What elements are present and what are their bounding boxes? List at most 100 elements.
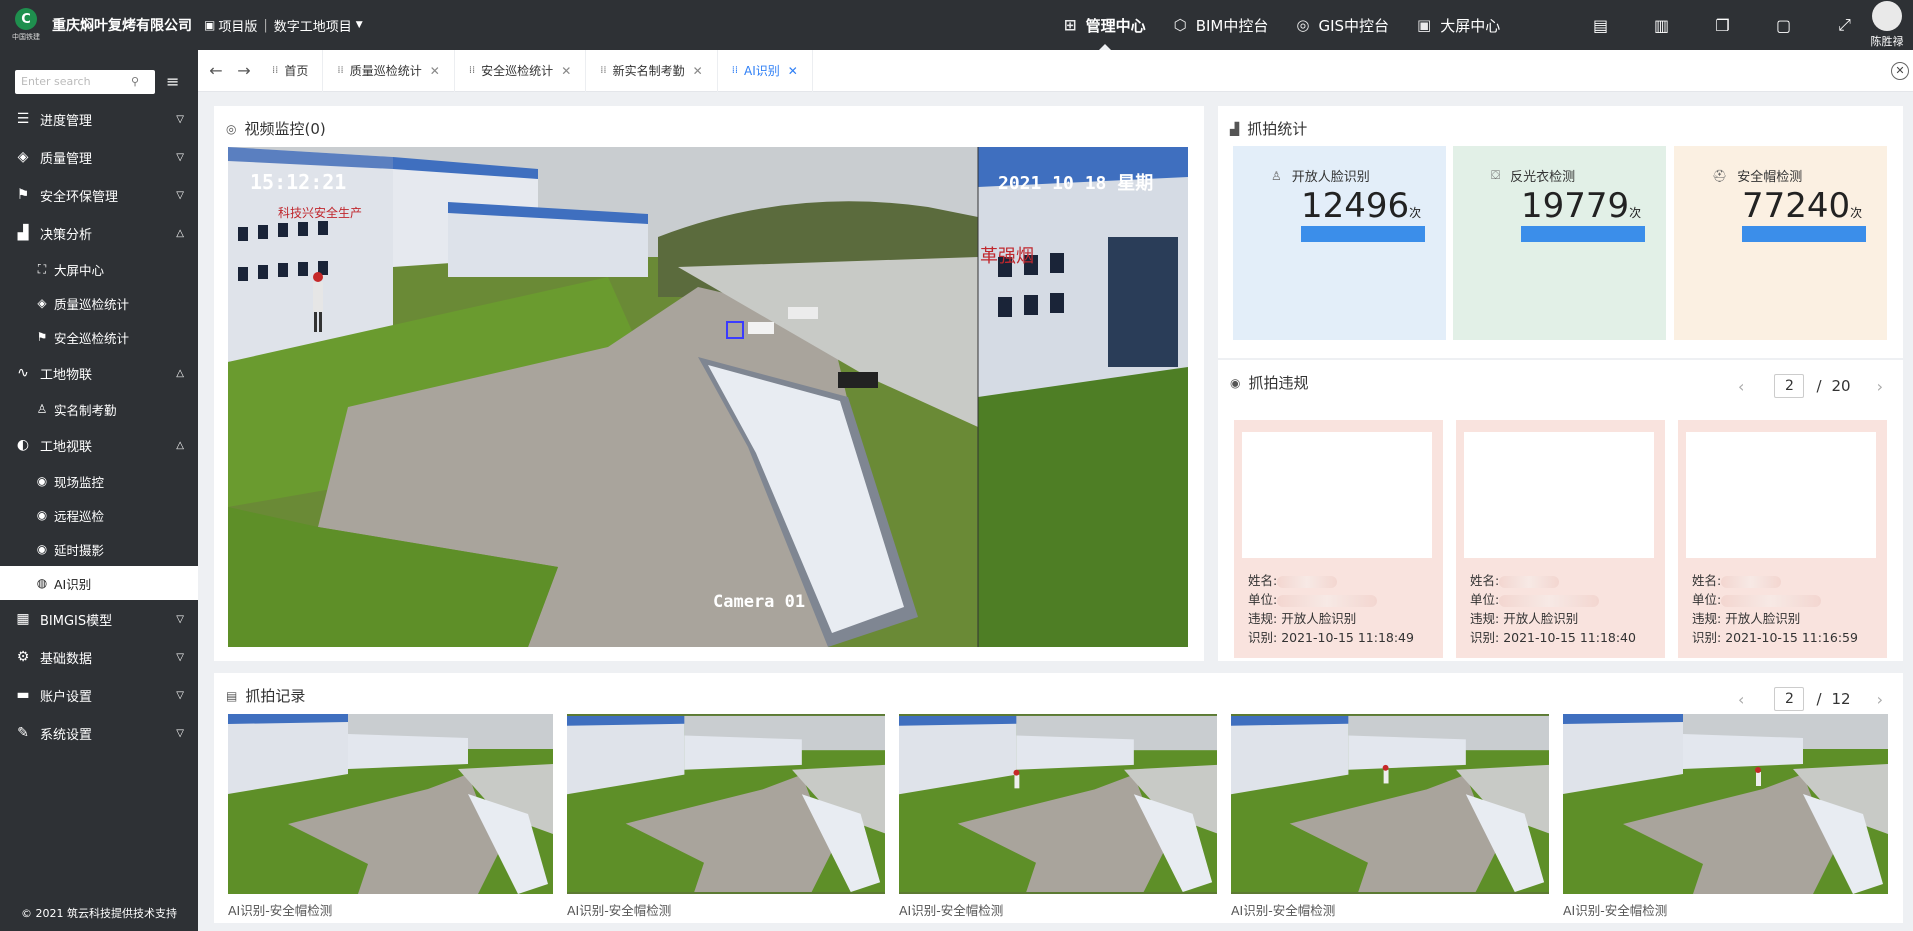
violations-panel: ◉ 抓拍违规 ‹ 2 / 20 › 姓名: 单位: 违规: 开放人脸识别 识别:… — [1218, 360, 1903, 661]
profile-card-icon[interactable]: ▢ — [1753, 16, 1814, 35]
sidebar-item-video-link[interactable]: ◐ 工地视联 △ — [0, 426, 198, 464]
sidebar-item-account[interactable]: ▬ 账户设置 ▽ — [0, 676, 198, 714]
close-icon[interactable]: ✕ — [788, 64, 798, 78]
stat-number: 77240 — [1742, 186, 1851, 226]
back-arrow-icon[interactable]: ← — [202, 61, 230, 80]
stat-label: ♙ 开放人脸识别 — [1271, 166, 1370, 186]
video-feed[interactable]: 科技兴安全生产 革强烟 15:12:21 2021 10 18 星期 Camer… — [228, 147, 1188, 647]
sidebar-item-quality[interactable]: ◈ 质量管理 ▽ — [0, 138, 198, 176]
tab-ai-recognition[interactable]: ⁞⁞ AI识别 ✕ — [718, 49, 813, 92]
prev-page-icon[interactable]: ‹ — [1738, 690, 1744, 709]
field-label: 违规: — [1248, 611, 1278, 626]
record-caption: AI识别-安全帽检测 — [1563, 903, 1668, 918]
violation-type: 开放人脸识别 — [1281, 611, 1357, 626]
record-item[interactable]: AI识别-安全帽检测 — [1231, 714, 1549, 919]
panel-title-text: 抓拍统计 — [1247, 120, 1308, 138]
topnav-label: GIS中控台 — [1318, 16, 1390, 35]
record-item[interactable]: AI识别-安全帽检测 — [1563, 714, 1888, 919]
redacted-value — [1721, 575, 1782, 588]
record-item[interactable]: AI识别-安全帽检测 — [567, 714, 885, 919]
tab-bar: ← → ⁞⁞ 首页 ⁞⁞ 质量巡检统计 ✕ ⁞⁞ 安全巡检统计 ✕ ⁞⁞ 新实名制考勤 ✕ ⁞… — [198, 49, 1913, 92]
stat-card-vest: ⛋ 反光衣检测 19779次 — [1453, 146, 1666, 340]
record-thumbnail — [899, 714, 1217, 894]
topnav-management-center[interactable]: ⊞ 管理中心 — [1050, 0, 1160, 50]
sidebar-item-attendance[interactable]: ♙ 实名制考勤 — [0, 392, 198, 426]
sidebar-item-safety[interactable]: ⚑ 安全环保管理 ▽ — [0, 176, 198, 214]
topnav-bim-console[interactable]: ⬡ BIM中控台 — [1160, 0, 1283, 50]
sidebar-item-quality-stats[interactable]: ◈ 质量巡检统计 — [0, 286, 198, 320]
page-input[interactable]: 2 — [1774, 687, 1805, 711]
company-logo[interactable]: C 中国铁建 — [6, 5, 46, 45]
document-icon[interactable]: ▤ — [1570, 16, 1631, 35]
stat-label: ⛑ 安全帽检测 — [1712, 166, 1802, 186]
sidebar-item-label: 远程巡检 — [54, 508, 105, 524]
sidebar-item-base-data[interactable]: ⚙ 基础数据 ▽ — [0, 638, 198, 676]
sidebar-item-iot[interactable]: ∿ 工地物联 △ — [0, 354, 198, 392]
violation-type-row: 违规: 开放人脸识别 — [1470, 608, 1578, 627]
sidebar-item-bimgis[interactable]: ▦ BIMGIS模型 ▽ — [0, 600, 198, 638]
violation-photo — [1242, 432, 1432, 558]
next-page-icon[interactable]: › — [1877, 690, 1883, 709]
flag-icon: ⚑ — [16, 187, 30, 203]
sidebar-item-system[interactable]: ✎ 系统设置 ▽ — [0, 714, 198, 752]
sidebar-item-decision[interactable]: ▟ 决策分析 △ — [0, 214, 198, 252]
video-frame-image: 科技兴安全生产 革强烟 15:12:21 2021 10 18 星期 Camer… — [228, 147, 1188, 647]
prev-page-icon[interactable]: ‹ — [1738, 377, 1744, 396]
sidebar-item-remote-inspect[interactable]: ◉ 远程巡检 — [0, 498, 198, 532]
search-icon[interactable]: ⚲ — [131, 75, 139, 88]
capture-records-panel: ▤ 抓拍记录 ‹ 2 / 12 › AI识别-安全帽检测 AI识别-安全帽检测 … — [214, 673, 1903, 923]
sidebar-item-ai-recognition[interactable]: ◍ AI识别 — [0, 566, 198, 600]
sidebar: ⚲ ≡ ☰进度管理▽ ◈质量管理▽ ⚑安全环保管理▽ ▟决策分析△ ⛶大屏中心 … — [0, 50, 198, 931]
menu-collapse-icon[interactable]: ≡ — [166, 72, 179, 91]
sidebar-item-big-screen[interactable]: ⛶ 大屏中心 — [0, 252, 198, 286]
sidebar-item-label: 基础数据 — [40, 651, 93, 667]
stat-card-face: ♙ 开放人脸识别 12496次 — [1233, 146, 1446, 340]
close-icon[interactable]: ✕ — [430, 64, 440, 78]
close-all-tabs-icon[interactable]: ✕ — [1891, 62, 1909, 80]
tab-home[interactable]: ⁞⁞ 首页 — [258, 49, 324, 92]
violation-unit-row: 单位: — [1470, 589, 1600, 608]
tab-attendance[interactable]: ⁞⁞ 新实名制考勤 ✕ — [586, 49, 718, 92]
cube-icon: ⬡ — [1173, 16, 1187, 34]
user-menu[interactable]: 陈胜禄 — [1862, 0, 1912, 50]
video-timestamp: 15:12:21 — [250, 170, 346, 194]
pencil-icon: ✎ — [17, 725, 29, 741]
search-input[interactable] — [21, 75, 131, 88]
record-item[interactable]: AI识别-安全帽检测 — [899, 714, 1217, 919]
record-item[interactable]: AI识别-安全帽检测 — [228, 714, 553, 919]
sidebar-item-safety-stats[interactable]: ⚑ 安全巡检统计 — [0, 320, 198, 354]
project-selector[interactable]: ▣ 项目版 | 数字工地项目 ▼ — [204, 16, 363, 35]
topnav-label: BIM中控台 — [1195, 16, 1269, 35]
redacted-value — [1721, 594, 1822, 607]
sidebar-item-progress[interactable]: ☰ 进度管理 ▽ — [0, 100, 198, 138]
camera-icon: ◉ — [36, 508, 48, 522]
violation-card[interactable]: 姓名: 单位: 违规: 开放人脸识别 识别: 2021-10-15 11:18:… — [1234, 420, 1443, 658]
violation-photo — [1686, 432, 1876, 558]
stats-panel-title: ▟ 抓拍统计 — [1230, 118, 1307, 139]
tab-label: 质量巡检统计 — [349, 64, 422, 78]
close-icon[interactable]: ✕ — [693, 64, 703, 78]
violation-time: 2021-10-15 11:18:40 — [1503, 630, 1636, 645]
copy-icon[interactable]: ❐ — [1692, 16, 1753, 35]
sidebar-item-label: 安全环保管理 — [40, 189, 119, 205]
record-caption: AI识别-安全帽检测 — [1231, 903, 1336, 918]
tab-safety-stats[interactable]: ⁞⁞ 安全巡检统计 ✕ — [455, 49, 587, 92]
topnav-big-screen[interactable]: ▣ 大屏中心 — [1403, 0, 1514, 50]
forward-arrow-icon[interactable]: → — [230, 61, 258, 80]
violations-pager: ‹ 2 / 20 › — [1738, 374, 1903, 398]
next-page-icon[interactable]: › — [1877, 377, 1883, 396]
tab-quality-stats[interactable]: ⁞⁞ 质量巡检统计 ✕ — [323, 49, 455, 92]
violation-type: 开放人脸识别 — [1503, 611, 1579, 626]
list-doc-icon[interactable]: ▥ — [1631, 16, 1692, 35]
sidebar-item-live-monitor[interactable]: ◉ 现场监控 — [0, 464, 198, 498]
field-label: 违规: — [1692, 611, 1722, 626]
violation-name-row: 姓名: — [1692, 570, 1782, 589]
violation-card[interactable]: 姓名: 单位: 违规: 开放人脸识别 识别: 2021-10-15 11:16:… — [1678, 420, 1887, 658]
topnav-gis-console[interactable]: ◎ GIS中控台 — [1282, 0, 1403, 50]
page-input[interactable]: 2 — [1774, 374, 1805, 398]
close-icon[interactable]: ✕ — [561, 64, 571, 78]
sidebar-item-timelapse[interactable]: ◉ 延时摄影 — [0, 532, 198, 566]
violation-card[interactable]: 姓名: 单位: 违规: 开放人脸识别 识别: 2021-10-15 11:18:… — [1456, 420, 1665, 658]
field-label: 识别: — [1692, 630, 1722, 645]
page-separator: / — [1816, 690, 1822, 708]
